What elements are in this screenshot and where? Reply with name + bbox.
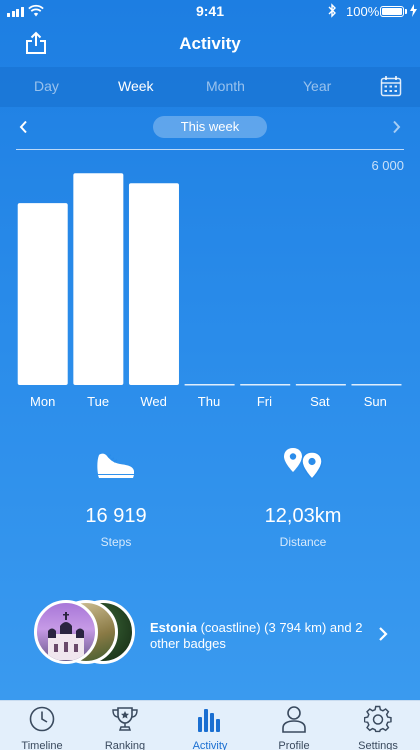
bottom-tab-bar: Timeline Ranking Activity Profile Settin… — [0, 700, 420, 750]
day-label-thu: Thu — [197, 394, 221, 409]
tab-ranking[interactable]: Ranking — [85, 705, 165, 750]
divider — [16, 149, 404, 150]
trophy-icon — [112, 707, 138, 731]
distance-value: 12,03km — [264, 505, 342, 527]
tab-week[interactable]: Week — [118, 78, 154, 94]
tab-day[interactable]: Day — [34, 78, 59, 94]
battery-percent: 100% — [346, 4, 380, 19]
status-bar: 9:41 100% — [0, 0, 420, 22]
distance-stat: 12,03km Distance — [203, 505, 403, 549]
steps-label: Steps — [100, 535, 132, 549]
badges-description: Estonia (coastline) (3 794 km) and 2 oth… — [150, 620, 370, 652]
tab-year[interactable]: Year — [303, 78, 331, 94]
bar-sat[interactable] — [295, 384, 346, 386]
charging-icon — [410, 4, 417, 17]
day-label-sun: Sun — [363, 394, 387, 409]
chevron-left-icon[interactable] — [19, 120, 28, 134]
tab-timeline[interactable]: Timeline — [2, 705, 82, 750]
steps-value: 16 919 — [85, 505, 147, 527]
shoe-icon — [97, 453, 134, 478]
bluetooth-icon — [328, 3, 336, 18]
day-label-fri: Fri — [256, 394, 272, 409]
gear-icon — [363, 705, 392, 733]
tab-profile[interactable]: Profile — [254, 705, 334, 750]
bar-wed[interactable] — [128, 183, 179, 385]
bar-thu[interactable] — [184, 384, 235, 386]
chevron-right-icon[interactable] — [378, 626, 388, 642]
cathedral-badge-image — [34, 600, 98, 664]
distance-label: Distance — [279, 535, 327, 549]
steps-stat: 16 919 Steps — [16, 505, 216, 549]
day-label-sat: Sat — [310, 394, 330, 409]
bar-sun[interactable] — [351, 384, 402, 386]
clock-icon — [29, 706, 55, 732]
page-title: Activity — [179, 34, 241, 53]
bar-mon[interactable] — [17, 203, 68, 385]
bar-fri[interactable] — [240, 384, 291, 386]
calendar-icon[interactable] — [380, 75, 402, 97]
map-pins-icon — [284, 448, 323, 480]
day-label-wed: Wed — [140, 394, 167, 409]
day-label-mon: Mon — [30, 394, 56, 409]
battery-icon — [380, 6, 404, 17]
person-icon — [282, 706, 306, 733]
badges-row[interactable]: Estonia (coastline) (3 794 km) and 2 oth… — [0, 598, 420, 670]
chevron-right-icon[interactable] — [392, 120, 401, 134]
badge-name: Estonia — [150, 620, 197, 635]
bar-chart-icon — [198, 709, 220, 732]
day-label-tue: Tue — [87, 394, 110, 409]
week-navigator: This week — [0, 116, 420, 140]
weekly-steps-chart — [17, 173, 402, 386]
bar-tue[interactable] — [73, 173, 124, 385]
tab-activity[interactable]: Activity — [170, 705, 250, 750]
period-tabs: Day Week Month Year — [0, 67, 420, 107]
tab-month[interactable]: Month — [206, 78, 245, 94]
current-period-label[interactable]: This week — [153, 116, 267, 138]
tab-settings[interactable]: Settings — [338, 705, 418, 750]
